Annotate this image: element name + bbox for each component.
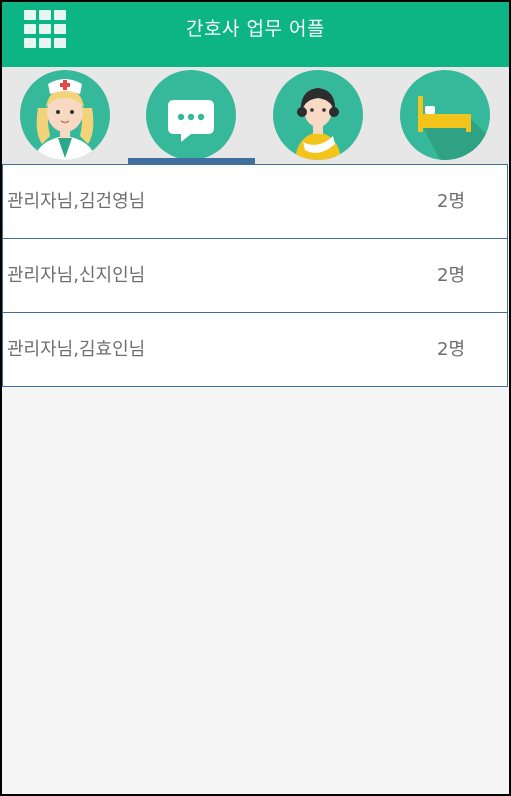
- list-item[interactable]: 관리자님,신지인님 2명: [2, 238, 508, 313]
- patient-icon: [273, 70, 363, 160]
- app-screen: 간호사 업무 어플 관리자님,김건영님 2명 관리자님,신지인님 2명 관리자님…: [2, 2, 509, 794]
- list-item[interactable]: 관리자님,김효인님 2명: [2, 312, 508, 387]
- tab-patient[interactable]: [255, 67, 381, 164]
- tab-nurse[interactable]: [2, 67, 128, 164]
- member-count: 2명: [437, 191, 466, 212]
- list-item[interactable]: 관리자님,김건영님 2명: [2, 164, 508, 239]
- tab-strip: [2, 67, 509, 164]
- app-title: 간호사 업무 어플: [186, 18, 325, 40]
- member-count: 2명: [437, 265, 466, 286]
- chat-room-list: 관리자님,김건영님 2명 관리자님,신지인님 2명 관리자님,김효인님 2명: [2, 164, 509, 387]
- tab-bed[interactable]: [382, 67, 508, 164]
- app-bar: 간호사 업무 어플: [2, 2, 509, 67]
- chat-icon: [146, 70, 236, 160]
- bed-icon: [400, 70, 490, 160]
- nurse-icon: [20, 70, 110, 160]
- tab-chat[interactable]: [128, 67, 254, 164]
- chat-room-name: 관리자님,신지인님: [7, 265, 146, 286]
- chat-room-name: 관리자님,김효인님: [7, 339, 146, 360]
- member-count: 2명: [437, 339, 466, 360]
- chat-room-name: 관리자님,김건영님: [7, 191, 146, 212]
